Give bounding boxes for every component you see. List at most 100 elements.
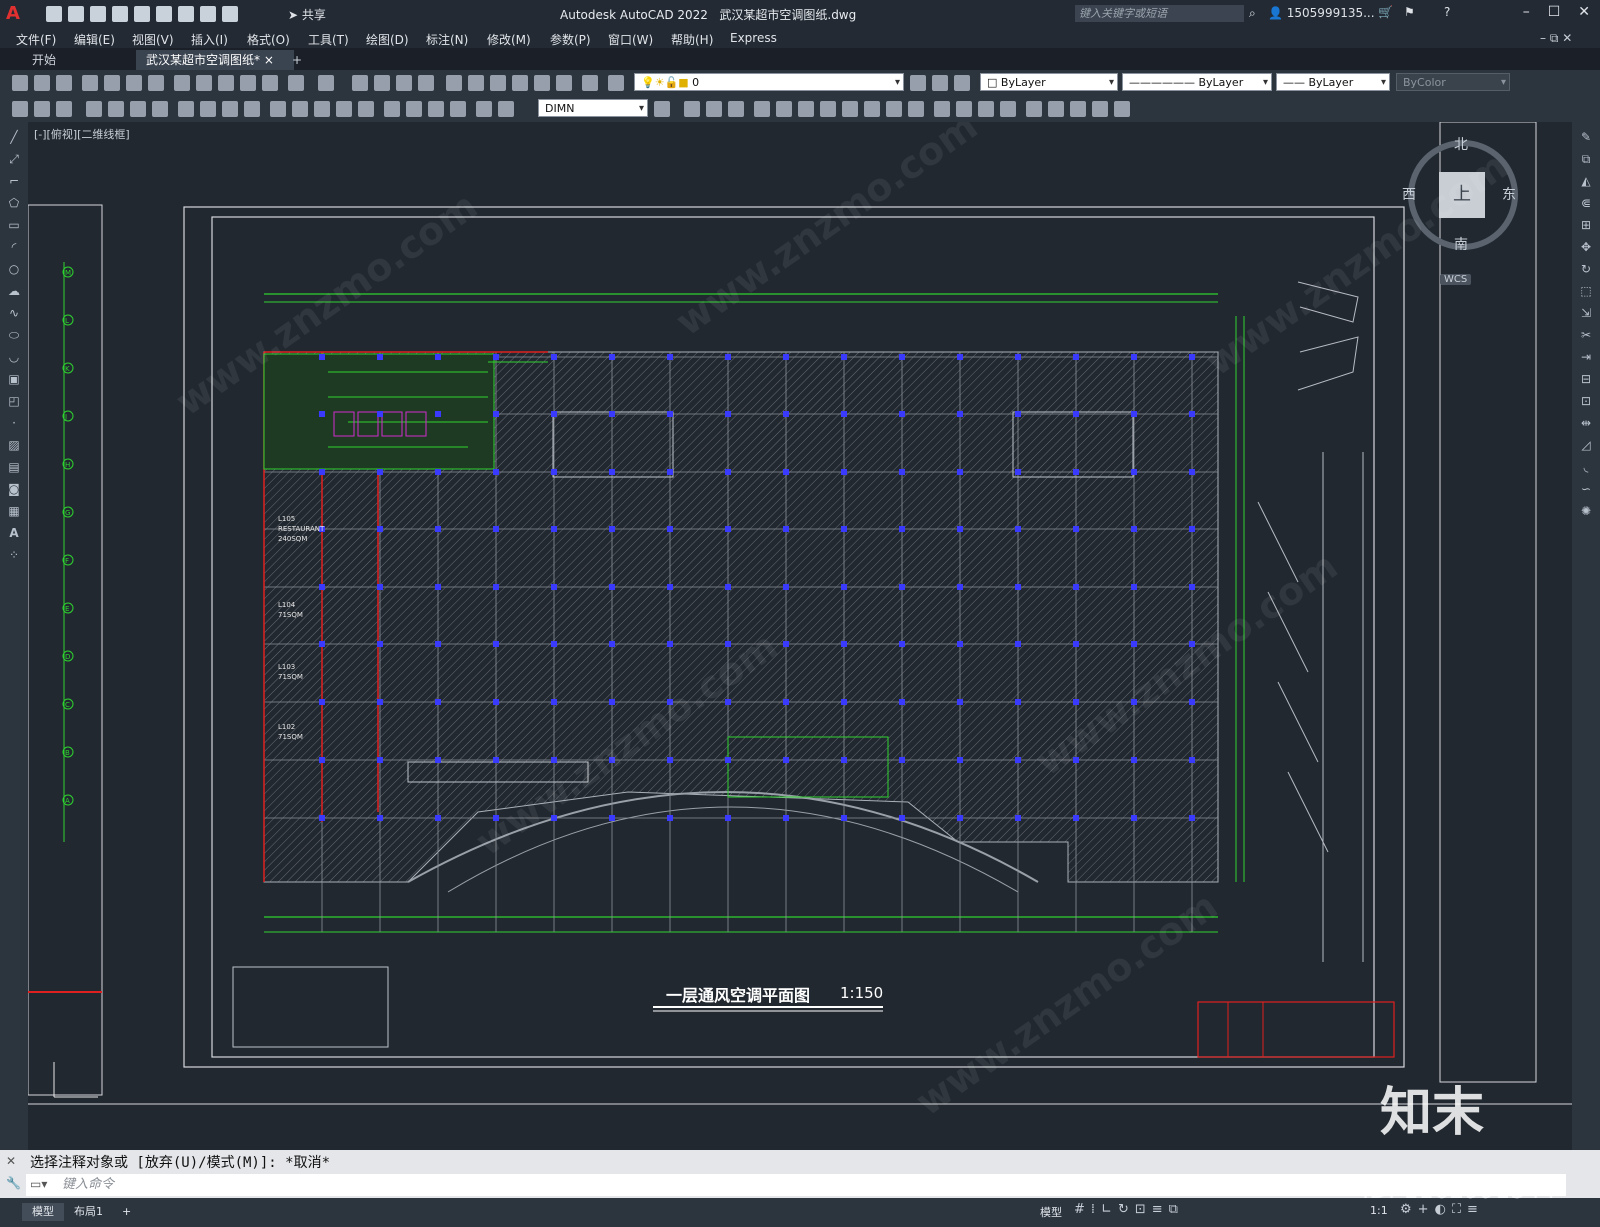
wrench-icon[interactable]: 🔧	[6, 1176, 21, 1190]
menu-edit[interactable]: 编辑(E)	[74, 31, 115, 48]
send-back-icon[interactable]	[1092, 101, 1108, 117]
array-icon[interactable]: ⊞	[1578, 218, 1594, 232]
layer-previous-icon[interactable]	[932, 75, 948, 91]
table-icon[interactable]: ▦	[6, 504, 22, 518]
inspection-icon[interactable]	[358, 101, 374, 117]
cut-icon[interactable]	[174, 75, 190, 91]
autocad-logo-icon[interactable]: A	[6, 3, 28, 25]
line-icon[interactable]: ╱	[6, 130, 22, 144]
menu-draw[interactable]: 绘图(D)	[366, 31, 409, 48]
rotate-icon[interactable]: ↻	[1578, 262, 1594, 276]
erase-icon[interactable]: ✎	[1578, 130, 1594, 144]
dim-update-icon[interactable]	[450, 101, 466, 117]
osnap-icon[interactable]: ⊡	[1135, 1202, 1152, 1217]
zoom-window-icon[interactable]	[396, 75, 412, 91]
pan-icon[interactable]	[352, 75, 368, 91]
modify-extend-icon[interactable]	[908, 101, 924, 117]
undo-icon[interactable]	[288, 75, 304, 91]
new-icon[interactable]	[12, 75, 28, 91]
diameter-icon[interactable]	[152, 101, 168, 117]
modify-move-icon[interactable]	[798, 101, 814, 117]
ordinate-icon[interactable]	[86, 101, 102, 117]
user-account[interactable]: 👤 1505999135...	[1268, 6, 1375, 20]
text-front-icon[interactable]	[1114, 101, 1130, 117]
center-mark-icon[interactable]	[336, 101, 352, 117]
linetype-dropdown[interactable]: —————— ByLayer ▾	[1122, 73, 1272, 91]
save-icon[interactable]	[90, 6, 106, 22]
share-button[interactable]: ➤ 共享	[288, 6, 326, 23]
plotstyle-dropdown[interactable]: ByColor ▾	[1396, 73, 1510, 91]
hatch-icon[interactable]: ▨	[6, 438, 22, 452]
add-layout-button[interactable]: +	[112, 1203, 141, 1221]
search-icon[interactable]: ⌕	[1249, 6, 1256, 21]
break-icon[interactable]: ⊡	[1578, 394, 1594, 408]
menu-insert[interactable]: 插入(I)	[191, 31, 228, 48]
tool-palettes-icon[interactable]	[490, 75, 506, 91]
modify-offset-icon[interactable]	[754, 101, 770, 117]
modify-stretch-icon[interactable]	[864, 101, 880, 117]
trim-icon[interactable]: ✂	[1578, 328, 1594, 342]
circle-icon[interactable]: ○	[6, 262, 22, 276]
dimstyle-dropdown[interactable]: DIMN ▾	[538, 99, 648, 117]
snap-icon[interactable]: ⁞	[1091, 1202, 1101, 1217]
command-prompt-icon[interactable]: ▭▾	[30, 1177, 47, 1191]
modify-explode-icon[interactable]	[1026, 101, 1042, 117]
close-icon[interactable]: ✕	[1578, 4, 1590, 20]
new-file-icon[interactable]	[46, 6, 62, 22]
tab-active-drawing[interactable]: 武汉某超市空调图纸* ×	[136, 50, 294, 70]
menu-tools[interactable]: 工具(T)	[308, 31, 349, 48]
color-dropdown[interactable]: □ ByLayer ▾	[980, 73, 1118, 91]
tab-close-icon[interactable]: ×	[264, 53, 274, 67]
region-icon[interactable]: ◙	[6, 482, 22, 496]
add-selected-icon[interactable]: ⁘	[6, 548, 22, 562]
help-icon[interactable]	[582, 75, 598, 91]
polyline-icon[interactable]: ⌐	[6, 174, 22, 188]
gear-icon[interactable]: ⚙	[1400, 1202, 1418, 1217]
spline-icon[interactable]: ∿	[6, 306, 22, 320]
modify-trim-icon[interactable]	[886, 101, 902, 117]
jogged-icon[interactable]	[130, 101, 146, 117]
copy-icon[interactable]	[196, 75, 212, 91]
continue-icon[interactable]	[244, 101, 260, 117]
extend-icon[interactable]: ⇥	[1578, 350, 1594, 364]
menu-icon[interactable]: ≡	[1467, 1202, 1484, 1217]
modify-fillet-icon[interactable]	[1000, 101, 1016, 117]
copy-object-icon[interactable]: ⧉	[1578, 152, 1594, 166]
open-file-icon[interactable]	[68, 6, 84, 22]
revcloud-icon[interactable]: ☁	[6, 284, 22, 298]
annotation-scale[interactable]: 1:1	[1370, 1204, 1388, 1217]
lineweight-icon[interactable]: ≡	[1152, 1202, 1169, 1217]
blend-icon[interactable]: ∽	[1578, 482, 1594, 496]
viewcube-south[interactable]: 南	[1454, 234, 1468, 254]
save-icon[interactable]	[56, 75, 72, 91]
menu-help[interactable]: 帮助(H)	[671, 31, 713, 48]
tolerance-icon[interactable]	[314, 101, 330, 117]
search-input[interactable]: 键入关键字或短语	[1075, 5, 1244, 22]
angular-icon[interactable]	[178, 101, 194, 117]
dim-space-icon[interactable]	[270, 101, 286, 117]
menu-express[interactable]: Express	[730, 31, 777, 45]
close-command-icon[interactable]: ✕	[6, 1154, 16, 1168]
dim-text-edit-icon[interactable]	[428, 101, 444, 117]
modify-mirror-icon[interactable]	[728, 101, 744, 117]
selection-cycling-icon[interactable]: ⧉	[1169, 1202, 1184, 1217]
web-mobile-icon[interactable]	[134, 6, 150, 22]
autodesk-app-icon[interactable]: ⚑	[1404, 5, 1415, 19]
baseline-icon[interactable]	[222, 101, 238, 117]
block-editor-icon[interactable]	[262, 75, 278, 91]
command-input[interactable]: 键入命令	[26, 1174, 1566, 1196]
drawing-canvas[interactable]: MLKJHGFEDCBA 上 北 南 西 东 WCS L105 RESTAURA…	[28, 122, 1572, 1150]
modify-array-icon[interactable]	[776, 101, 792, 117]
layer-properties-icon[interactable]	[608, 75, 624, 91]
plus-icon[interactable]: +	[1418, 1202, 1435, 1217]
undo-icon[interactable]	[178, 6, 194, 22]
arc-icon[interactable]: ◜	[6, 240, 22, 254]
dim-break-icon[interactable]	[292, 101, 308, 117]
paste-icon[interactable]	[218, 75, 234, 91]
minimize-icon[interactable]: –	[1523, 4, 1530, 20]
construction-line-icon[interactable]: ⤢	[6, 152, 22, 166]
draw-order-icon[interactable]	[1048, 101, 1064, 117]
menu-view[interactable]: 视图(V)	[132, 31, 174, 48]
doc-window-controls[interactable]: – ⧉ ✕	[1540, 31, 1572, 46]
menu-file[interactable]: 文件(F)	[16, 31, 56, 48]
